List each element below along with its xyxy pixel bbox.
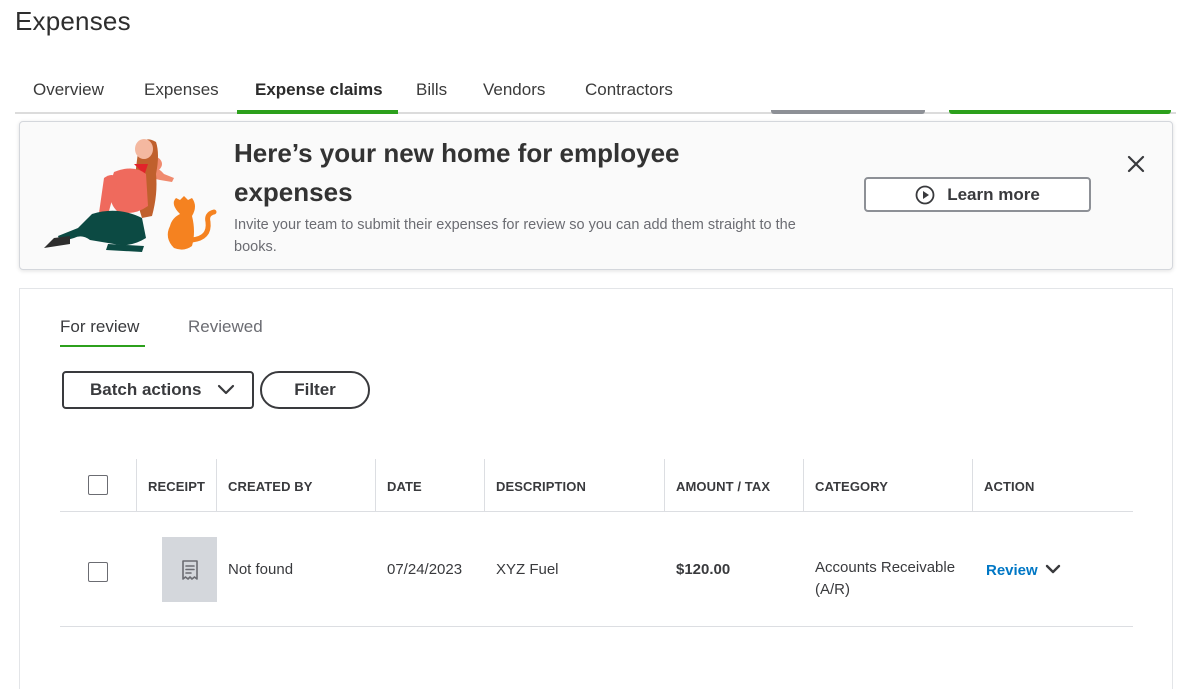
header-category: CATEGORY [815,479,889,494]
employee-expenses-banner: Here’s your new home for employee expens… [19,121,1173,270]
learn-more-button[interactable]: Learn more [864,177,1091,212]
category-cell: Accounts Receivable (A/R) [815,559,956,598]
expense-claims-panel: For review Reviewed Batch actions Filter… [19,288,1173,689]
column-divider [972,459,973,511]
active-tab-indicator [237,110,398,114]
tab-expenses[interactable]: Expenses [144,80,219,100]
chevron-down-icon [218,384,235,395]
batch-actions-label: Batch actions [90,380,202,399]
filter-button[interactable]: Filter [260,371,370,409]
learn-more-label: Learn more [947,184,1040,204]
tab-overview[interactable]: Overview [33,80,104,100]
receipt-icon [181,559,198,580]
header-description: DESCRIPTION [496,479,586,494]
description-cell: XYZ Fuel [496,561,559,578]
close-icon[interactable] [1124,152,1148,176]
subtab-reviewed[interactable]: Reviewed [188,317,263,337]
primary-button-edge [949,110,1171,114]
banner-title: Here’s your new home for employee expens… [234,138,680,207]
tab-expense-claims[interactable]: Expense claims [255,80,383,100]
receipt-thumbnail[interactable] [162,537,217,602]
created-by-cell: Not found [228,561,294,578]
secondary-button-edge [771,110,925,114]
column-divider [664,459,665,511]
column-divider [375,459,376,511]
header-created-by: CREATED BY [228,479,313,494]
row-checkbox[interactable] [88,562,108,582]
header-date: DATE [387,479,422,494]
active-subtab-indicator [60,345,145,347]
woman-with-cat-illustration [44,139,217,252]
amount-cell: $120.00 [676,561,731,578]
tab-bills[interactable]: Bills [416,80,447,100]
header-action: ACTION [984,479,1035,494]
row-divider [60,626,1133,627]
header-amount-tax: AMOUNT / TAX [676,479,771,494]
tab-contractors[interactable]: Contractors [585,80,673,100]
tab-bar: Overview Expenses Expense claims Bills V… [15,68,1176,114]
date-cell: 07/24/2023 [387,561,463,578]
banner-description: Invite your team to submit their expense… [234,217,796,255]
subtab-for-review[interactable]: For review [60,317,139,337]
column-divider [803,459,804,511]
page-title: Expenses [15,6,131,36]
review-link[interactable]: Review [986,562,1038,579]
header-receipt: RECEIPT [148,479,206,494]
select-all-checkbox[interactable] [88,475,108,495]
play-icon [915,185,935,204]
filter-label: Filter [294,380,336,399]
column-divider [136,459,137,511]
chevron-down-icon[interactable] [1045,561,1061,577]
column-divider [216,459,217,511]
batch-actions-dropdown[interactable]: Batch actions [62,371,254,409]
header-divider [60,511,1133,512]
column-divider [484,459,485,511]
tab-vendors[interactable]: Vendors [483,80,545,100]
